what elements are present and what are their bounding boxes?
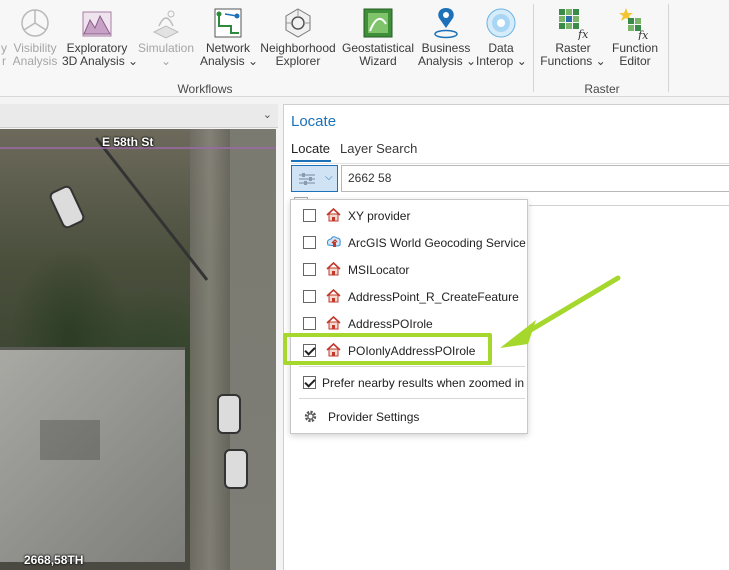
house-icon bbox=[326, 261, 341, 276]
function-editor-icon: fx bbox=[618, 6, 652, 42]
sliders-icon bbox=[298, 171, 316, 187]
raster-functions-icon: fx bbox=[556, 6, 590, 41]
checkbox[interactable] bbox=[303, 236, 316, 249]
highlight-box bbox=[283, 333, 492, 365]
business-analysis-icon bbox=[429, 6, 463, 40]
raster-group-label: Raster bbox=[584, 82, 620, 96]
chevron-down-icon: ⌄ bbox=[248, 54, 259, 68]
geostatistical-wizard-button[interactable]: Geostatistical Wizard bbox=[340, 0, 416, 80]
raster-functions-button[interactable]: fx Raster Functions ⌄ bbox=[540, 0, 606, 80]
map-car bbox=[224, 449, 248, 489]
chevron-down-icon: ⌄ bbox=[160, 54, 172, 68]
menu-divider bbox=[299, 366, 525, 367]
tab-layer-search[interactable]: Layer Search bbox=[340, 141, 417, 156]
map-view[interactable]: E 58th St 2668,58TH bbox=[0, 129, 276, 570]
network-analysis-icon bbox=[211, 6, 245, 40]
tab-divider bbox=[291, 163, 729, 164]
function-editor-button[interactable]: fx Function Editor bbox=[606, 0, 664, 80]
simulation-button[interactable]: Simulation ⌄ bbox=[134, 0, 198, 80]
ribbon: y r Visibility Analysis Exploratory 3D A… bbox=[0, 0, 729, 97]
network-analysis-button[interactable]: Network Analysis ⌄ bbox=[200, 0, 259, 80]
chevron-down-icon: ⌵ bbox=[325, 172, 333, 183]
map-road bbox=[190, 129, 230, 570]
business-analysis-button[interactable]: Business Analysis ⌄ bbox=[418, 0, 477, 80]
checkbox[interactable] bbox=[303, 263, 316, 276]
svg-text:fx: fx bbox=[577, 28, 589, 40]
checkbox[interactable] bbox=[303, 290, 316, 303]
neighborhood-explorer-button[interactable]: Neighborhood Explorer bbox=[258, 0, 338, 80]
tab-locate[interactable]: Locate bbox=[291, 141, 330, 156]
locator-options-button[interactable]: ⌵ bbox=[291, 165, 338, 192]
map-parking-lot bbox=[230, 129, 276, 570]
active-tab-indicator bbox=[291, 160, 331, 162]
simulation-icon bbox=[149, 6, 183, 40]
search-input[interactable]: 2662 58 bbox=[341, 165, 729, 192]
checkbox[interactable] bbox=[303, 317, 316, 330]
divider bbox=[529, 205, 729, 206]
exploratory-3d-icon bbox=[80, 6, 114, 40]
map-car bbox=[217, 394, 241, 434]
menu-item-xy-provider[interactable]: XY provider bbox=[291, 202, 527, 229]
exploratory-3d-analysis-button[interactable]: Exploratory 3D Analysis ⌄ bbox=[62, 0, 138, 80]
ribbon-group-separator bbox=[533, 4, 534, 92]
menu-divider bbox=[299, 398, 525, 399]
chevron-down-icon: ⌄ bbox=[595, 54, 606, 68]
data-interop-button[interactable]: Data Interop ⌄ bbox=[476, 0, 527, 80]
svg-text:fx: fx bbox=[637, 29, 649, 40]
address-label: 2668,58TH bbox=[24, 553, 84, 567]
chevron-down-icon[interactable]: ⌄ bbox=[263, 108, 272, 121]
checkbox[interactable] bbox=[303, 376, 316, 389]
map-pane-header: ⌄ bbox=[0, 104, 278, 128]
map-car bbox=[47, 183, 87, 231]
house-icon bbox=[326, 207, 341, 222]
map-building bbox=[0, 347, 185, 562]
house-icon bbox=[326, 288, 341, 303]
visibility-analysis-button[interactable]: Visibility Analysis bbox=[12, 0, 58, 80]
neighborhood-explorer-icon bbox=[281, 6, 315, 40]
ribbon-group-separator bbox=[668, 4, 669, 92]
data-interop-icon bbox=[484, 6, 518, 40]
street-label: E 58th St bbox=[102, 135, 154, 149]
visibility-icon bbox=[18, 6, 52, 40]
house-icon bbox=[326, 315, 341, 330]
menu-item-provider-settings[interactable]: Provider Settings bbox=[291, 403, 527, 430]
pane-title: Locate bbox=[291, 113, 337, 130]
menu-item-prefer-nearby[interactable]: Prefer nearby results when zoomed in bbox=[291, 369, 527, 396]
menu-item-arcgis-world-geocoding[interactable]: ArcGIS World Geocoding Service bbox=[291, 229, 527, 256]
chevron-down-icon: ⌄ bbox=[466, 54, 477, 68]
geostatistical-wizard-icon bbox=[361, 6, 395, 40]
globe-icon bbox=[325, 234, 342, 250]
workflows-group-label: Workflows bbox=[177, 82, 233, 96]
gear-icon bbox=[303, 409, 318, 423]
chevron-down-icon: ⌄ bbox=[516, 54, 527, 68]
checkbox[interactable] bbox=[303, 209, 316, 222]
annotation-arrow-icon bbox=[500, 275, 621, 348]
